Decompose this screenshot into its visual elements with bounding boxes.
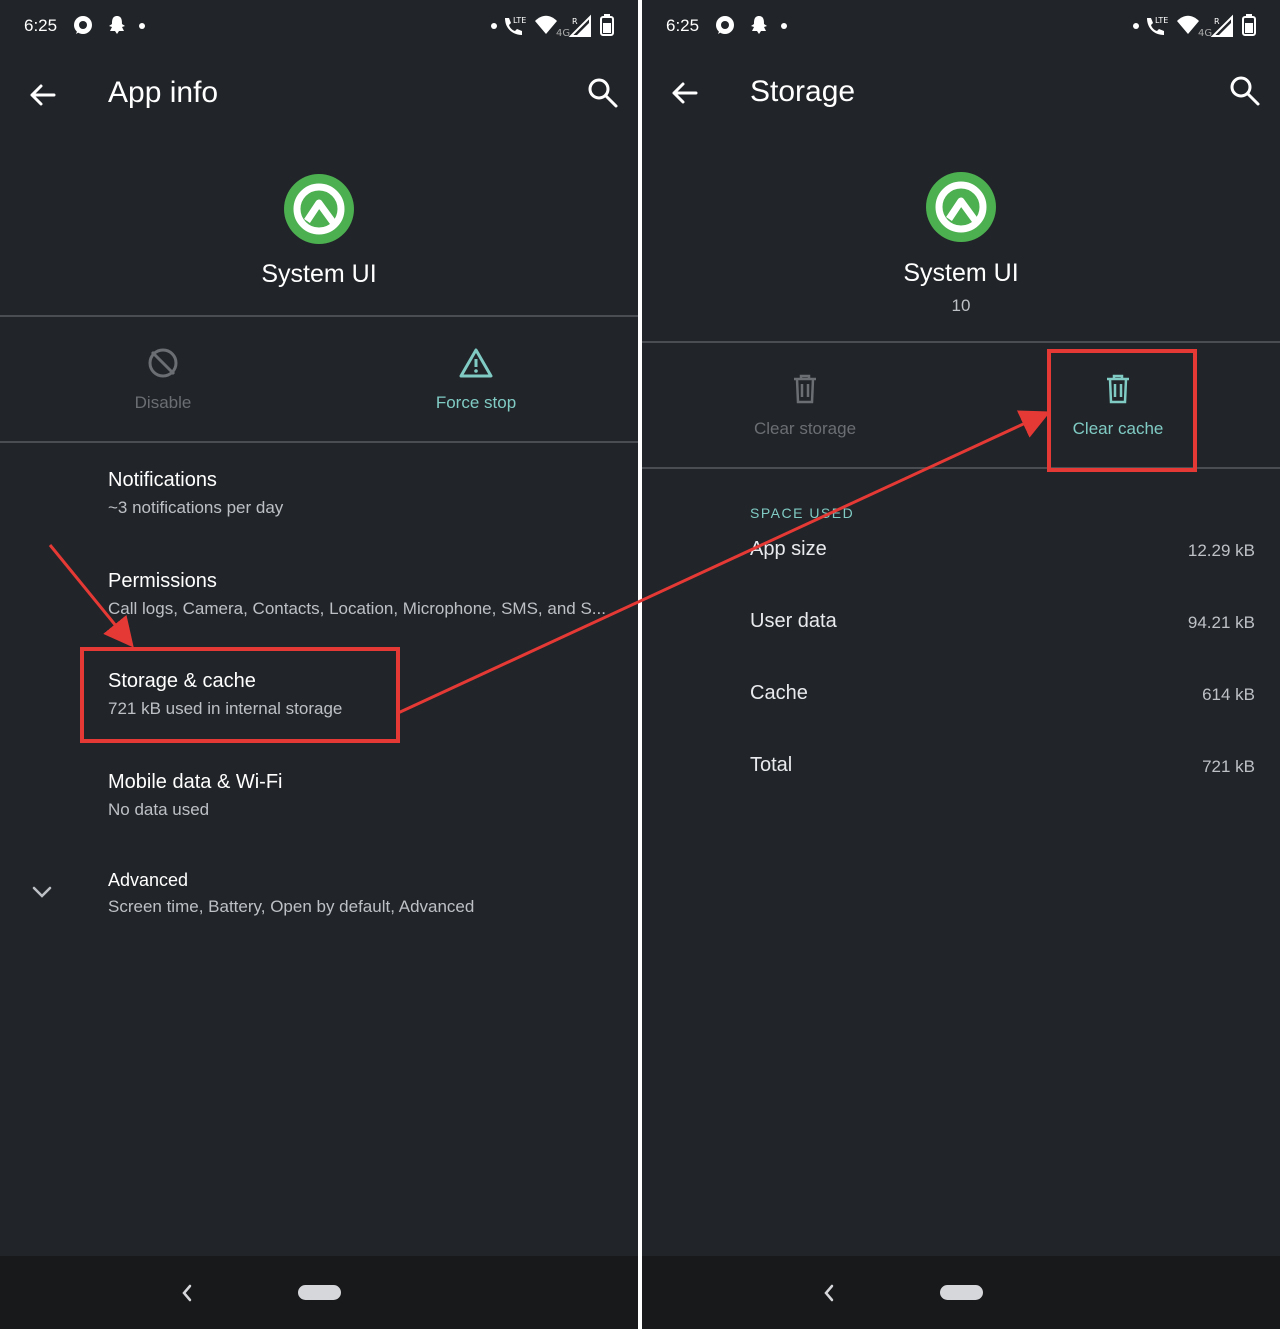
dot-icon xyxy=(139,23,145,29)
battery-icon xyxy=(1242,14,1256,36)
row-label: User data xyxy=(750,610,837,632)
trash-icon xyxy=(1107,374,1129,404)
app-icon xyxy=(284,174,354,244)
app-size-row: App size 12.29 kB xyxy=(750,538,1255,568)
dot-icon xyxy=(491,23,497,29)
row-value: 614 kB xyxy=(1202,685,1255,704)
search-icon[interactable] xyxy=(1228,74,1262,108)
nav-home-pill[interactable] xyxy=(298,1285,341,1300)
wifi-icon xyxy=(535,15,557,34)
back-arrow-icon[interactable] xyxy=(668,76,702,110)
row-label: Cache xyxy=(750,682,808,704)
app-name: System UI xyxy=(903,259,1019,287)
nav-back-icon[interactable] xyxy=(818,1280,840,1306)
app-name: System UI xyxy=(261,260,377,288)
app-info-screen: 6:25 LTE 4G R App info System UI Disable … xyxy=(0,0,638,1329)
mobile-data-item[interactable]: Mobile data & Wi-Fi No data used xyxy=(108,771,608,820)
divider xyxy=(642,341,1280,343)
dot-icon xyxy=(781,23,787,29)
status-time: 6:25 xyxy=(666,16,700,35)
page-title: App info xyxy=(108,76,219,109)
wifi-icon xyxy=(1177,15,1199,34)
status-bar: 6:25 LTE 4G R xyxy=(0,0,638,52)
page-title: Storage xyxy=(750,75,856,108)
app-version: 10 xyxy=(951,296,971,315)
disable-button[interactable]: Disable xyxy=(63,346,263,413)
divider xyxy=(0,441,638,443)
item-subtitle: Call logs, Camera, Contacts, Location, M… xyxy=(108,599,606,618)
search-icon[interactable] xyxy=(586,76,620,110)
clear-storage-label: Clear storage xyxy=(753,419,857,438)
snapchat-icon xyxy=(109,16,125,34)
item-subtitle: No data used xyxy=(108,800,210,819)
row-value: 12.29 kB xyxy=(1187,541,1255,560)
clear-cache-button[interactable]: Clear cache xyxy=(1018,372,1218,439)
svg-text:R: R xyxy=(572,17,578,26)
cache-row: Cache 614 kB xyxy=(750,682,1255,712)
svg-text:LTE: LTE xyxy=(513,16,526,25)
svg-text:R: R xyxy=(1214,17,1220,26)
lte-call-icon: LTE xyxy=(1147,16,1168,35)
item-title: Storage & cache xyxy=(108,670,256,692)
nav-home-pill[interactable] xyxy=(940,1285,983,1300)
svg-text:4G: 4G xyxy=(1198,28,1212,38)
user-data-row: User data 94.21 kB xyxy=(750,610,1255,640)
clear-storage-button[interactable]: Clear storage xyxy=(705,372,905,439)
divider xyxy=(0,315,638,317)
force-stop-button[interactable]: Force stop xyxy=(376,346,576,413)
warning-icon xyxy=(459,348,493,378)
advanced-item[interactable]: Advanced Screen time, Battery, Open by d… xyxy=(108,870,608,917)
navigation-bar xyxy=(642,1256,1280,1329)
row-value: 94.21 kB xyxy=(1187,613,1255,632)
snapchat-icon xyxy=(751,16,767,34)
whatsapp-icon xyxy=(716,16,734,34)
whatsapp-icon xyxy=(74,16,92,34)
item-title: Advanced xyxy=(108,870,189,890)
item-subtitle: ~3 notifications per day xyxy=(108,498,284,517)
status-bar: 6:25 LTE 4G R xyxy=(642,0,1280,52)
signal-icon: 4GR xyxy=(1198,14,1233,38)
storage-cache-item[interactable]: Storage & cache 721 kB used in internal … xyxy=(108,670,608,719)
dot-icon xyxy=(1133,23,1139,29)
app-icon xyxy=(926,172,996,242)
storage-screen: 6:25 LTE 4G R Storage System UI 10 Clear … xyxy=(642,0,1280,1329)
svg-text:4G: 4G xyxy=(556,28,570,38)
row-label: Total xyxy=(750,754,793,776)
chevron-down-icon[interactable] xyxy=(30,880,54,904)
signal-icon: 4GR xyxy=(556,14,591,38)
permissions-item[interactable]: Permissions Call logs, Camera, Contacts,… xyxy=(108,570,608,619)
disable-label: Disable xyxy=(134,393,192,412)
navigation-bar xyxy=(0,1256,638,1329)
space-used-header: SPACE USED xyxy=(750,505,855,521)
force-stop-label: Force stop xyxy=(435,393,517,412)
item-title: Notifications xyxy=(108,469,217,491)
item-title: Mobile data & Wi-Fi xyxy=(108,771,283,793)
item-subtitle: Screen time, Battery, Open by default, A… xyxy=(108,897,475,916)
total-row: Total 721 kB xyxy=(750,754,1255,784)
svg-text:LTE: LTE xyxy=(1155,16,1168,25)
row-value: 721 kB xyxy=(1202,757,1255,776)
trash-icon xyxy=(794,374,816,404)
back-arrow-icon[interactable] xyxy=(26,78,60,112)
item-title: Permissions xyxy=(108,570,217,592)
lte-call-icon: LTE xyxy=(505,16,526,35)
notifications-item[interactable]: Notifications ~3 notifications per day xyxy=(108,469,608,518)
row-label: App size xyxy=(750,538,827,560)
item-subtitle: 721 kB used in internal storage xyxy=(108,699,343,718)
disable-icon xyxy=(148,348,178,378)
divider xyxy=(642,467,1280,469)
nav-back-icon[interactable] xyxy=(176,1280,198,1306)
battery-icon xyxy=(600,14,614,36)
clear-cache-label: Clear cache xyxy=(1072,419,1164,438)
status-time: 6:25 xyxy=(24,16,58,35)
